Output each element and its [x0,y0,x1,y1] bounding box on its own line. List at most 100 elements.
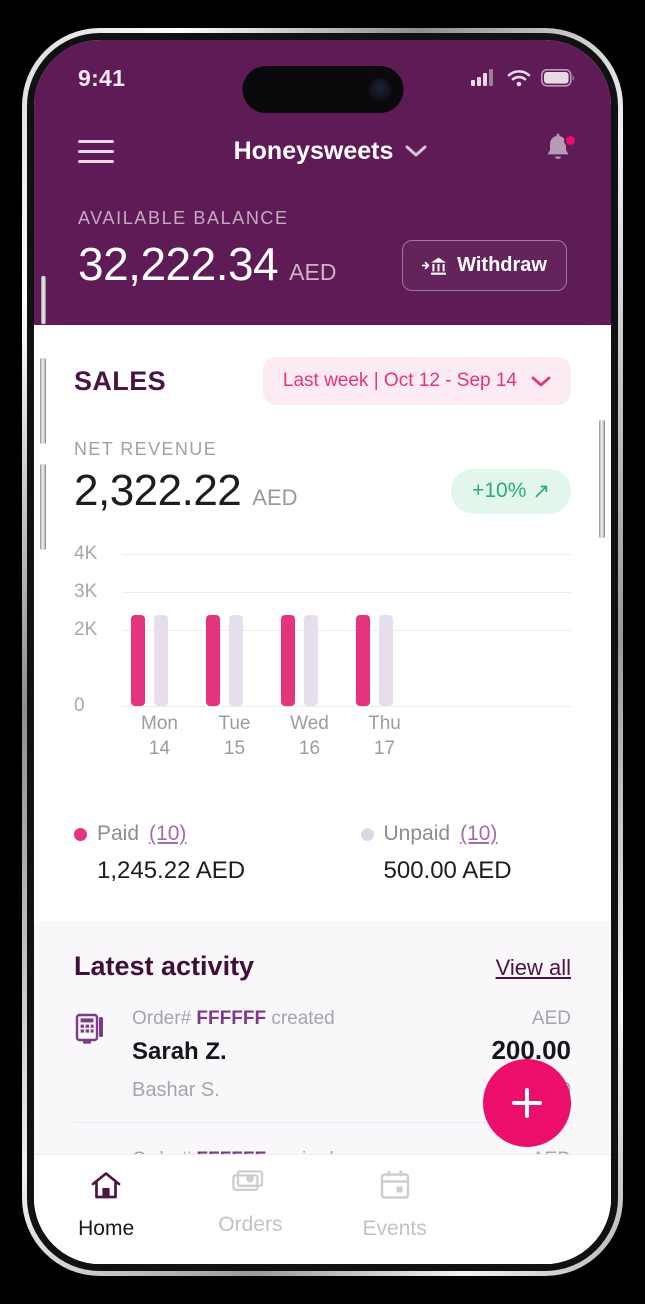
create-new-fab-button[interactable] [483,1059,571,1147]
phone-bezel: 9:41 Honeysweets AVAILABLE BALANCE 32,22… [27,33,618,1271]
plus-icon [512,1088,542,1118]
notification-badge-dot [563,134,577,147]
balance-label: AVAILABLE BALANCE [78,208,289,228]
chart-x-day: Mon [141,713,178,734]
net-revenue-label: NET REVENUE [74,439,218,459]
legend-unpaid-amount: 500.00 AED [383,857,512,884]
legend-unpaid-count[interactable]: (10) [460,822,497,846]
bottom-navigation-bar: Home Orders Events [34,1154,611,1264]
legend-paid-label: Paid [97,822,140,845]
legend-paid-header: Paid (10) [74,822,323,846]
content-sheet: SALES Last week | Oct 12 - Sep 14 NET RE… [34,325,611,1264]
store-switcher[interactable]: Honeysweets [234,137,428,166]
nav-item-events[interactable]: Events [323,1169,467,1264]
activity-agent-name: Bashar S. [132,1079,220,1101]
chart-x-label: Tue 15 [197,712,272,761]
chart-bar-unpaid [154,614,168,706]
notification-bell-button[interactable] [543,133,577,169]
latest-activity-header: Latest activity View all [74,951,571,982]
pos-terminal-icon [74,1008,110,1102]
net-revenue-value-group: 2,322.22 AED [74,466,298,516]
available-balance-block: AVAILABLE BALANCE 32,222.34 AED Withdraw [34,182,611,291]
legend-unpaid-dot-icon [360,827,374,841]
phone-screen: 9:41 Honeysweets AVAILABLE BALANCE 32,22… [34,40,611,1264]
chart-bar-group[interactable] [122,554,197,706]
balance-value-group: 32,222.34 AED [78,237,336,291]
latest-activity-title: Latest activity [74,951,255,981]
nav-label-orders: Orders [218,1213,283,1236]
chart-gridline [122,706,571,707]
chart-x-date: 14 [148,737,171,759]
nav-label-events: Events [362,1217,427,1240]
chart-x-date: 16 [298,737,321,759]
chart-bar-paid [131,614,145,706]
legend-unpaid-header: Unpaid (10) [360,822,572,846]
hamburger-menu-icon[interactable] [78,133,114,170]
dynamic-island [242,66,403,113]
trend-badge: +10% ↗ [451,468,571,514]
chart-bar-unpaid [304,614,318,706]
chevron-down-icon [405,145,427,157]
legend-paid: Paid (10) 1,245.22 AED [74,822,323,885]
nav-item-home[interactable]: Home [34,1169,178,1264]
chart-x-label: Wed 16 [272,712,347,761]
activity-description: Order# FFFFFF created [132,1008,335,1029]
chart-x-day: Tue [218,713,251,734]
chart-y-tick-label: 4K [74,543,98,564]
chart-bar-paid [356,614,370,706]
power-button[interactable] [599,420,605,538]
wifi-icon [507,70,531,87]
view-all-link[interactable]: View all [496,955,571,981]
withdraw-button[interactable]: Withdraw [402,240,567,291]
balance-amount: 32,222.34 [78,238,279,290]
activity-customer-name: Sarah Z. [132,1038,227,1065]
nav-item-orders[interactable]: Orders [178,1169,322,1264]
bank-withdraw-icon [422,257,447,275]
activity-row-line-1: Order# FFFFFF created AED [132,1008,571,1030]
chart-bar-unpaid [229,614,243,706]
chart-y-tick-label: 2K [74,619,98,640]
chart-bar-group[interactable] [272,554,347,706]
chart-bars [122,554,571,706]
legend-paid-dot-icon [74,827,87,841]
store-name: Honeysweets [233,136,394,165]
chart-bar-group[interactable] [197,554,272,706]
cellular-signal-icon [471,69,493,86]
banknote-icon [232,1169,268,1204]
legend-paid-amount: 1,245.22 AED [97,857,246,884]
app-header: 9:41 Honeysweets AVAILABLE BALANCE 32,22… [34,40,611,325]
volume-up-button[interactable] [40,358,46,444]
chart-y-tick-label: 0 [74,695,85,716]
sales-title: SALES [74,365,167,396]
activity-order-number: FFFFFF [196,1008,267,1029]
balance-currency: AED [289,259,337,285]
trend-value: +10% [472,479,527,502]
silent-switch-button[interactable] [41,276,46,324]
chart-bar-group[interactable] [347,554,422,706]
legend-paid-count[interactable]: (10) [149,822,186,846]
phone-frame: 9:41 Honeysweets AVAILABLE BALANCE 32,22… [22,28,623,1276]
chart-x-axis-labels: Mon 14 Tue 15 Wed 16 Thu 17 [122,712,571,761]
date-range-selector[interactable]: Last week | Oct 12 - Sep 14 [262,357,571,405]
legend-unpaid: Unpaid (10) 500.00 AED [323,822,572,885]
home-icon [89,1169,123,1208]
activity-currency: AED [531,1008,571,1029]
sales-card-header: SALES Last week | Oct 12 - Sep 14 [74,357,571,405]
volume-down-button[interactable] [40,464,46,550]
status-time: 9:41 [78,64,126,91]
chart-x-label: Thu 17 [347,712,422,761]
net-revenue-amount: 2,322.22 [74,466,242,515]
legend-unpaid-label: Unpaid [383,822,451,845]
calendar-icon [379,1169,411,1208]
balance-row: 32,222.34 AED Withdraw [78,237,567,291]
chart-x-date: 17 [373,737,396,759]
chart-legend: Paid (10) 1,245.22 AED Unpaid (10) 500.0… [74,822,571,885]
net-revenue-currency: AED [252,485,298,510]
chart-x-date: 15 [223,737,246,759]
date-range-label: Last week | Oct 12 - Sep 14 [282,370,517,391]
net-revenue-row: 2,322.22 AED +10% ↗ [74,466,571,516]
chart-bar-unpaid [379,614,393,706]
status-icons [471,69,575,87]
withdraw-label: Withdraw [457,254,547,276]
